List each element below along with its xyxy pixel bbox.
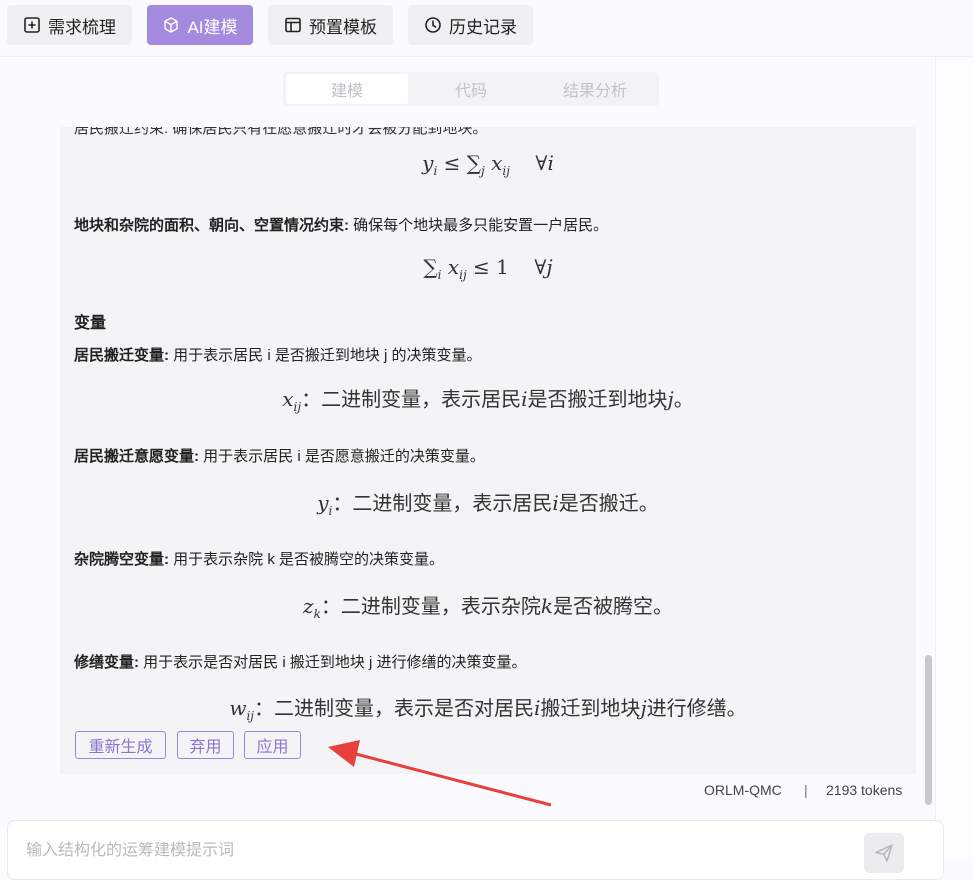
nav-history-button[interactable]: 历史记录: [408, 5, 533, 45]
model-output-card: 居民搬迁约束: 确保居民只有在愿意搬迁时才会被分配到地块。 yi ≤ ∑j xi…: [60, 127, 916, 774]
var-vacate-paragraph: 杂院腾空变量: 用于表示杂院 k 是否被腾空的决策变量。: [74, 548, 444, 569]
var-relocation-title: 居民搬迁变量:: [74, 347, 169, 364]
formula-var-renovation-mid: 搬迁到地块: [540, 696, 641, 720]
regenerate-button[interactable]: 重新生成: [75, 731, 166, 759]
formula-var-willingness-end: 是否搬迁。: [558, 491, 659, 515]
send-button[interactable]: [864, 833, 904, 873]
plus-square-icon: [24, 17, 40, 33]
discard-button[interactable]: 弃用: [177, 731, 234, 759]
right-panel-edge: [935, 57, 973, 859]
top-navigation: 需求梳理 AI建模 预置模板 历史记录: [0, 0, 973, 57]
constraint-area-desc: 确保每个地块最多只能安置一户居民。: [349, 217, 609, 234]
view-tabs: 建模 代码 结果分析: [283, 72, 659, 106]
formula-plot-constraint: ∑i xij ≤ 1 ∀j: [423, 255, 553, 282]
formula-var-relocation-text: ：二进制变量，表示居民: [301, 387, 522, 411]
nav-ai-modeling-label: AI建模: [187, 17, 238, 37]
formula-var-relocation-mid: 是否搬迁到地块: [527, 387, 668, 411]
var-renovation-title: 修缮变量:: [74, 654, 139, 671]
formula-relocation-constraint: yi ≤ ∑j xij ∀i: [422, 151, 554, 178]
constraint-area-paragraph: 地块和杂院的面积、朝向、空置情况约束: 确保每个地块最多只能安置一户居民。: [74, 214, 608, 235]
model-name: ORLM-QMC: [704, 782, 782, 798]
layout-icon: [285, 17, 301, 33]
formula-var-vacate-end: 是否被腾空。: [552, 594, 673, 618]
var-renovation-paragraph: 修缮变量: 用于表示是否对居民 i 搬迁到地块 j 进行修缮的决策变量。: [74, 651, 527, 672]
constraint-area-title: 地块和杂院的面积、朝向、空置情况约束:: [74, 217, 349, 234]
formula-var-willingness: yi：二进制变量，表示居民i是否搬迁。: [317, 491, 659, 518]
tab-modeling[interactable]: 建模: [286, 74, 408, 104]
formula-var-renovation-text: ：二进制变量，表示是否对居民: [254, 696, 535, 720]
prompt-input[interactable]: [24, 841, 848, 861]
var-relocation-paragraph: 居民搬迁变量: 用于表示居民 i 是否搬迁到地块 j 的决策变量。: [74, 344, 482, 365]
nav-requirements-button[interactable]: 需求梳理: [7, 5, 132, 45]
nav-ai-modeling-button[interactable]: AI建模: [147, 5, 253, 45]
var-vacate-title: 杂院腾空变量:: [74, 551, 169, 568]
formula-var-relocation-end: 。: [673, 387, 694, 411]
nav-requirements-label: 需求梳理: [48, 17, 116, 37]
var-relocation-desc: 用于表示居民 i 是否搬迁到地块 j 的决策变量。: [169, 347, 482, 364]
send-icon: [875, 844, 893, 862]
formula-var-renovation: wij：二进制变量，表示是否对居民i搬迁到地块j进行修缮。: [229, 696, 747, 723]
formula-var-vacate-text: ：二进制变量，表示杂院: [320, 594, 541, 618]
var-vacate-desc: 用于表示杂院 k 是否被腾空的决策变量。: [169, 551, 445, 568]
formula-var-renovation-end: 进行修缮。: [646, 696, 747, 720]
cube-icon: [164, 17, 179, 33]
formula-var-vacate: zk：二进制变量，表示杂院k是否被腾空。: [303, 594, 673, 621]
apply-button[interactable]: 应用: [244, 731, 301, 759]
var-renovation-desc: 用于表示是否对居民 i 搬迁到地块 j 进行修缮的决策变量。: [139, 654, 527, 671]
variables-heading: 变量: [74, 315, 107, 332]
nav-templates-label: 预置模板: [309, 17, 377, 37]
nav-templates-button[interactable]: 预置模板: [268, 5, 393, 45]
tab-code[interactable]: 代码: [410, 74, 532, 104]
tab-result-analysis[interactable]: 结果分析: [534, 74, 656, 104]
meta-separator: |: [804, 782, 808, 798]
truncated-line: 居民搬迁约束: 确保居民只有在愿意搬迁时才会被分配到地块。: [74, 127, 488, 137]
nav-history-label: 历史记录: [449, 17, 517, 37]
var-willingness-title: 居民搬迁意愿变量:: [74, 448, 199, 465]
prompt-input-container: [7, 820, 944, 880]
formula-var-relocation: xij：二进制变量，表示居民i是否搬迁到地块j。: [282, 387, 694, 414]
token-count: 2193 tokens: [826, 782, 903, 798]
clock-icon: [425, 17, 441, 33]
var-willingness-desc: 用于表示居民 i 是否愿意搬迁的决策变量。: [199, 448, 485, 465]
formula-var-willingness-text: ：二进制变量，表示居民: [332, 491, 553, 515]
scrollbar-thumb[interactable]: [925, 655, 932, 805]
var-willingness-paragraph: 居民搬迁意愿变量: 用于表示居民 i 是否愿意搬迁的决策变量。: [74, 445, 485, 466]
